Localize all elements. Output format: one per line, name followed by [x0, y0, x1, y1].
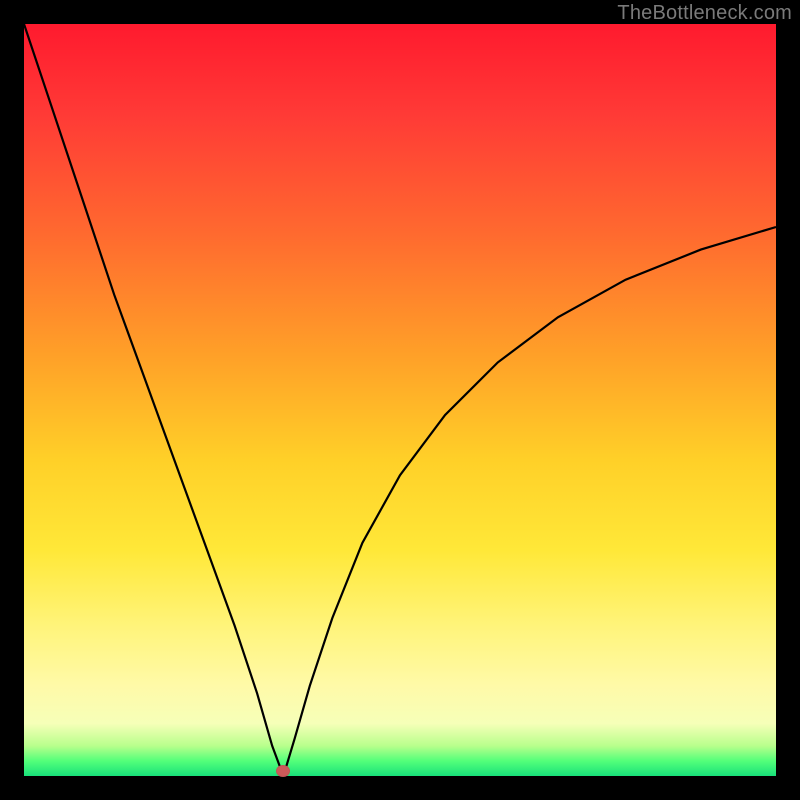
bottleneck-curve: [24, 24, 776, 776]
optimal-point-marker: [276, 765, 290, 777]
plot-area: [24, 24, 776, 776]
chart-frame: TheBottleneck.com: [0, 0, 800, 800]
watermark-text: TheBottleneck.com: [617, 2, 792, 25]
curve-path: [24, 24, 776, 776]
